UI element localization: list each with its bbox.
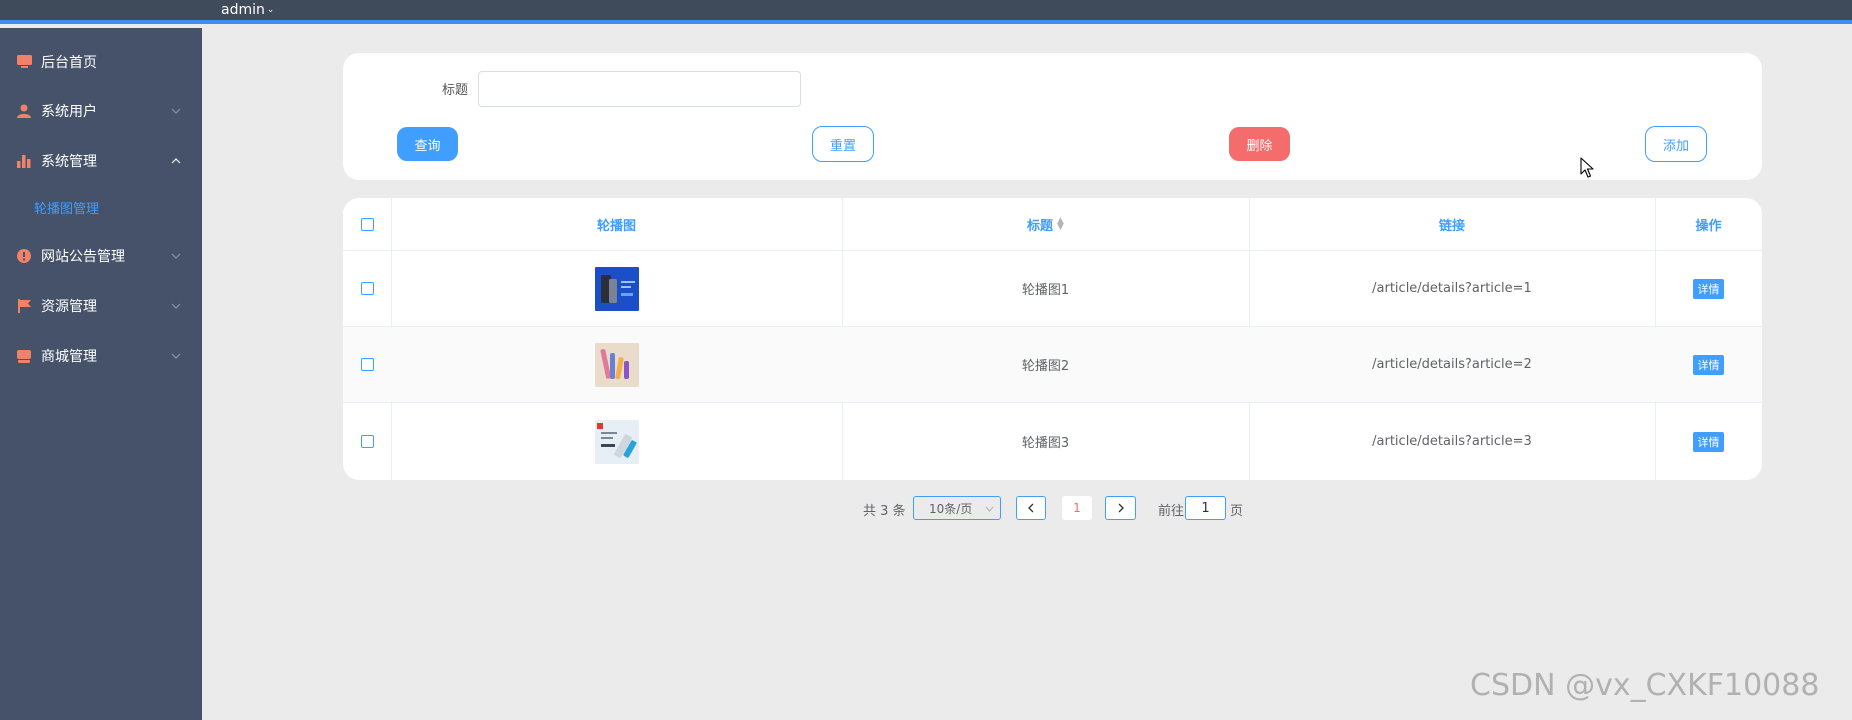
row-link: /article/details?article=1 [1372, 281, 1532, 296]
mouse-cursor-icon [1580, 157, 1594, 178]
table-row: 轮播图2 /article/details?article=2 详情 [343, 327, 1762, 403]
table-header: 轮播图 标题 ▲ ▼ 链接 操作 [343, 198, 1762, 251]
next-page-button[interactable] [1105, 496, 1136, 520]
search-panel: 标题 查询 重置 删除 添加 [343, 53, 1762, 180]
sidebar-subitem-carousel[interactable]: 轮播图管理 [34, 198, 99, 217]
chevron-up-icon [170, 155, 182, 167]
column-header-title: 标题 [1027, 218, 1054, 234]
page-number-current[interactable]: 1 [1062, 496, 1092, 520]
sidebar-item-label: 网站公告管理 [41, 249, 125, 265]
chevron-down-icon [170, 250, 182, 262]
delete-button[interactable]: 删除 [1229, 127, 1290, 161]
detail-button[interactable]: 详情 [1693, 354, 1724, 375]
detail-button[interactable]: 详情 [1693, 431, 1724, 452]
select-all-checkbox[interactable] [360, 217, 374, 231]
page-size-value: 10条/页 [929, 501, 973, 516]
sidebar-item-label: 后台首页 [41, 55, 97, 71]
row-title: 轮播图2 [1021, 359, 1070, 374]
query-button[interactable]: 查询 [397, 127, 458, 161]
goto-page-input[interactable] [1185, 496, 1226, 520]
chevron-down-icon [170, 350, 182, 362]
row-checkbox[interactable] [360, 282, 374, 295]
sidebar-item-announcements[interactable]: 网站公告管理 [0, 236, 202, 276]
chevron-down-icon: ⌄ [266, 5, 275, 15]
row-title: 轮播图3 [1021, 436, 1070, 451]
sort-icon[interactable]: ▲ ▼ [1057, 217, 1064, 232]
sidebar-item-label: 系统用户 [41, 104, 97, 120]
chevron-down-icon [170, 300, 182, 312]
page-size-select[interactable]: 10条/页 [913, 496, 1001, 520]
sidebar: 后台首页 系统用户 系统管理 轮播图管理 网站公告管理 资源管理 商城管理 [0, 28, 202, 720]
sidebar-item-label: 商城管理 [41, 349, 97, 365]
reset-button[interactable]: 重置 [812, 126, 874, 162]
sidebar-item-home[interactable]: 后台首页 [0, 42, 202, 82]
pagination-total: 共 3 条 [863, 503, 906, 519]
chevron-down-icon [985, 502, 994, 519]
sidebar-item-system-management[interactable]: 系统管理 [0, 141, 202, 181]
sidebar-item-resources[interactable]: 资源管理 [0, 286, 202, 326]
row-link: /article/details?article=3 [1372, 434, 1532, 449]
carousel-thumbnail [594, 266, 639, 311]
carousel-thumbnail [594, 419, 639, 464]
detail-button[interactable]: 详情 [1693, 278, 1724, 299]
table-row: 轮播图3 /article/details?article=3 详情 [343, 403, 1762, 480]
user-icon [16, 103, 32, 119]
column-header-actions: 操作 [1695, 218, 1722, 234]
bar-chart-icon [16, 153, 32, 169]
watermark: CSDN @vx_CXKF10088 [1470, 668, 1820, 703]
page-suffix-label: 页 [1230, 503, 1244, 519]
info-icon [16, 248, 32, 264]
row-checkbox[interactable] [360, 435, 374, 448]
row-checkbox[interactable] [360, 358, 374, 371]
add-button[interactable]: 添加 [1645, 126, 1707, 162]
chevron-down-icon [170, 105, 182, 117]
user-name: admin [221, 2, 265, 18]
column-header-image: 轮播图 [596, 218, 636, 234]
carousel-thumbnail [594, 342, 639, 387]
sidebar-item-label: 系统管理 [41, 154, 97, 170]
sidebar-item-label: 资源管理 [41, 299, 97, 315]
sidebar-item-system-users[interactable]: 系统用户 [0, 91, 202, 131]
table-row: 轮播图1 /article/details?article=1 详情 [343, 251, 1762, 327]
chevron-left-icon [1028, 503, 1034, 513]
row-title: 轮播图1 [1021, 283, 1070, 298]
column-header-title-sort[interactable]: 标题 ▲ ▼ [842, 198, 1249, 250]
sidebar-subitem-label: 轮播图管理 [34, 202, 100, 217]
shop-icon [16, 348, 32, 364]
monitor-icon [16, 54, 32, 70]
sidebar-item-shop[interactable]: 商城管理 [0, 336, 202, 376]
title-search-input[interactable] [478, 71, 801, 107]
chevron-right-icon [1118, 503, 1124, 513]
user-menu[interactable]: admin ⌄ [221, 2, 274, 18]
title-field-label: 标题 [442, 83, 469, 98]
prev-page-button[interactable] [1016, 496, 1046, 520]
carousel-table: 轮播图 标题 ▲ ▼ 链接 操作 轮播图1 /article/details?ar… [343, 198, 1762, 480]
column-header-link: 链接 [1438, 218, 1465, 234]
row-link: /article/details?article=2 [1372, 357, 1532, 372]
goto-label: 前往 [1158, 503, 1185, 519]
top-bar: admin ⌄ [0, 0, 1852, 24]
flag-icon [16, 298, 32, 314]
